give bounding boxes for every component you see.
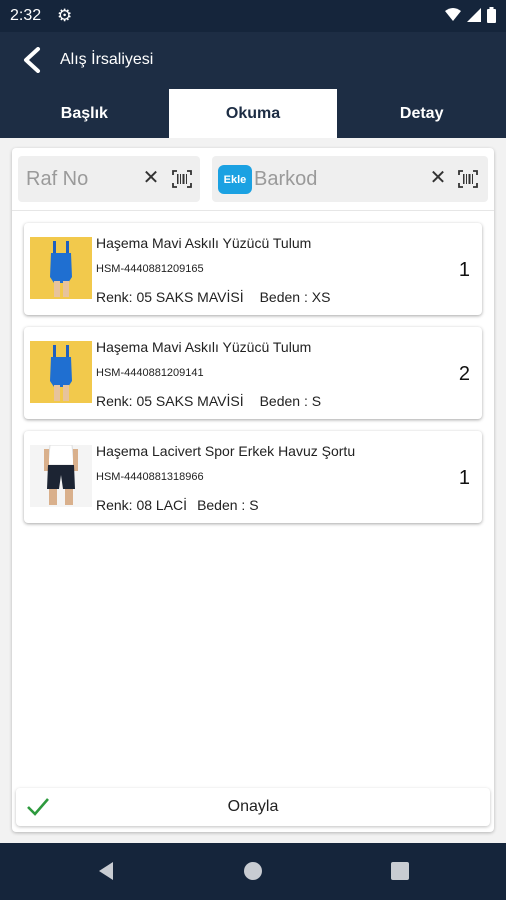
item-size: Beden : XS	[259, 289, 331, 305]
status-bar: 2:32 ⚙	[0, 0, 506, 32]
item-color: Renk: 05 SAKS MAVİSİ	[96, 289, 244, 305]
system-nav-bar	[0, 843, 506, 900]
item-attributes: Renk: 05 SAKS MAVİSİ Beden : XS	[96, 289, 330, 305]
battery-icon	[487, 7, 496, 23]
nav-home-icon[interactable]	[241, 859, 265, 883]
back-button[interactable]	[14, 42, 50, 78]
status-icons	[445, 7, 496, 23]
tab-okuma[interactable]: Okuma	[168, 89, 338, 138]
confirm-label: Onayla	[227, 798, 279, 815]
barcode-scan-icon[interactable]	[458, 169, 478, 189]
item-color: Renk: 08 LACİ	[96, 497, 188, 513]
product-image-swimsuit	[30, 341, 92, 403]
item-name: Haşema Lacivert Spor Erkek Havuz Şortu	[96, 443, 356, 459]
raf-no-input[interactable]	[26, 156, 136, 202]
item-code: HSM-4440881209141	[96, 367, 204, 379]
settings-gear-icon: ⚙	[57, 6, 73, 25]
item-quantity: 1	[458, 259, 470, 281]
app-bar: Alış İrsaliyesi	[0, 32, 506, 89]
list-item[interactable]: Haşema Mavi Askılı Yüzücü Tulum HSM-4440…	[24, 327, 482, 419]
list-item[interactable]: Haşema Lacivert Spor Erkek Havuz Şortu H…	[24, 431, 482, 523]
item-name: Haşema Mavi Askılı Yüzücü Tulum	[96, 339, 312, 355]
divider	[12, 210, 494, 211]
item-name: Haşema Mavi Askılı Yüzücü Tulum	[96, 235, 312, 251]
signal-icon	[467, 8, 481, 22]
item-quantity: 2	[458, 363, 470, 385]
reading-panel: ✕ Ekle ✕ Haşema Mavi Askılı Yüzücü Tulum…	[12, 148, 494, 832]
item-code: HSM-4440881209165	[96, 263, 204, 275]
ekle-button[interactable]: Ekle	[218, 165, 252, 194]
clear-barkod-icon[interactable]: ✕	[427, 168, 449, 188]
item-code: HSM-4440881318966	[96, 471, 204, 483]
item-size: Beden : S	[259, 393, 322, 409]
product-image-shorts	[30, 445, 92, 507]
tab-detay[interactable]: Detay	[337, 89, 506, 138]
item-attributes: Renk: 05 SAKS MAVİSİ Beden : S	[96, 393, 321, 409]
barkod-input[interactable]	[254, 156, 424, 202]
item-quantity: 1	[458, 467, 470, 489]
status-time: 2:32	[10, 7, 42, 24]
confirm-button[interactable]: Onayla	[16, 788, 490, 826]
clear-raf-icon[interactable]: ✕	[140, 168, 162, 188]
item-attributes: Renk: 08 LACİ Beden : S	[96, 497, 259, 513]
barkod-field: Ekle ✕	[212, 156, 488, 202]
product-image-swimsuit	[30, 237, 92, 299]
wifi-icon	[445, 8, 461, 21]
tab-bar: Başlık Okuma Detay	[0, 89, 506, 138]
back-arrow-icon	[24, 47, 40, 73]
list-item[interactable]: Haşema Mavi Askılı Yüzücü Tulum HSM-4440…	[24, 223, 482, 315]
item-color: Renk: 05 SAKS MAVİSİ	[96, 393, 244, 409]
tab-baslik[interactable]: Başlık	[0, 89, 169, 138]
raf-no-field: ✕	[18, 156, 200, 202]
barcode-scan-icon[interactable]	[172, 169, 192, 189]
item-size: Beden : S	[197, 497, 259, 513]
nav-recents-icon[interactable]	[388, 859, 412, 883]
nav-back-icon[interactable]	[94, 859, 118, 883]
page-title: Alış İrsaliyesi	[60, 51, 154, 68]
